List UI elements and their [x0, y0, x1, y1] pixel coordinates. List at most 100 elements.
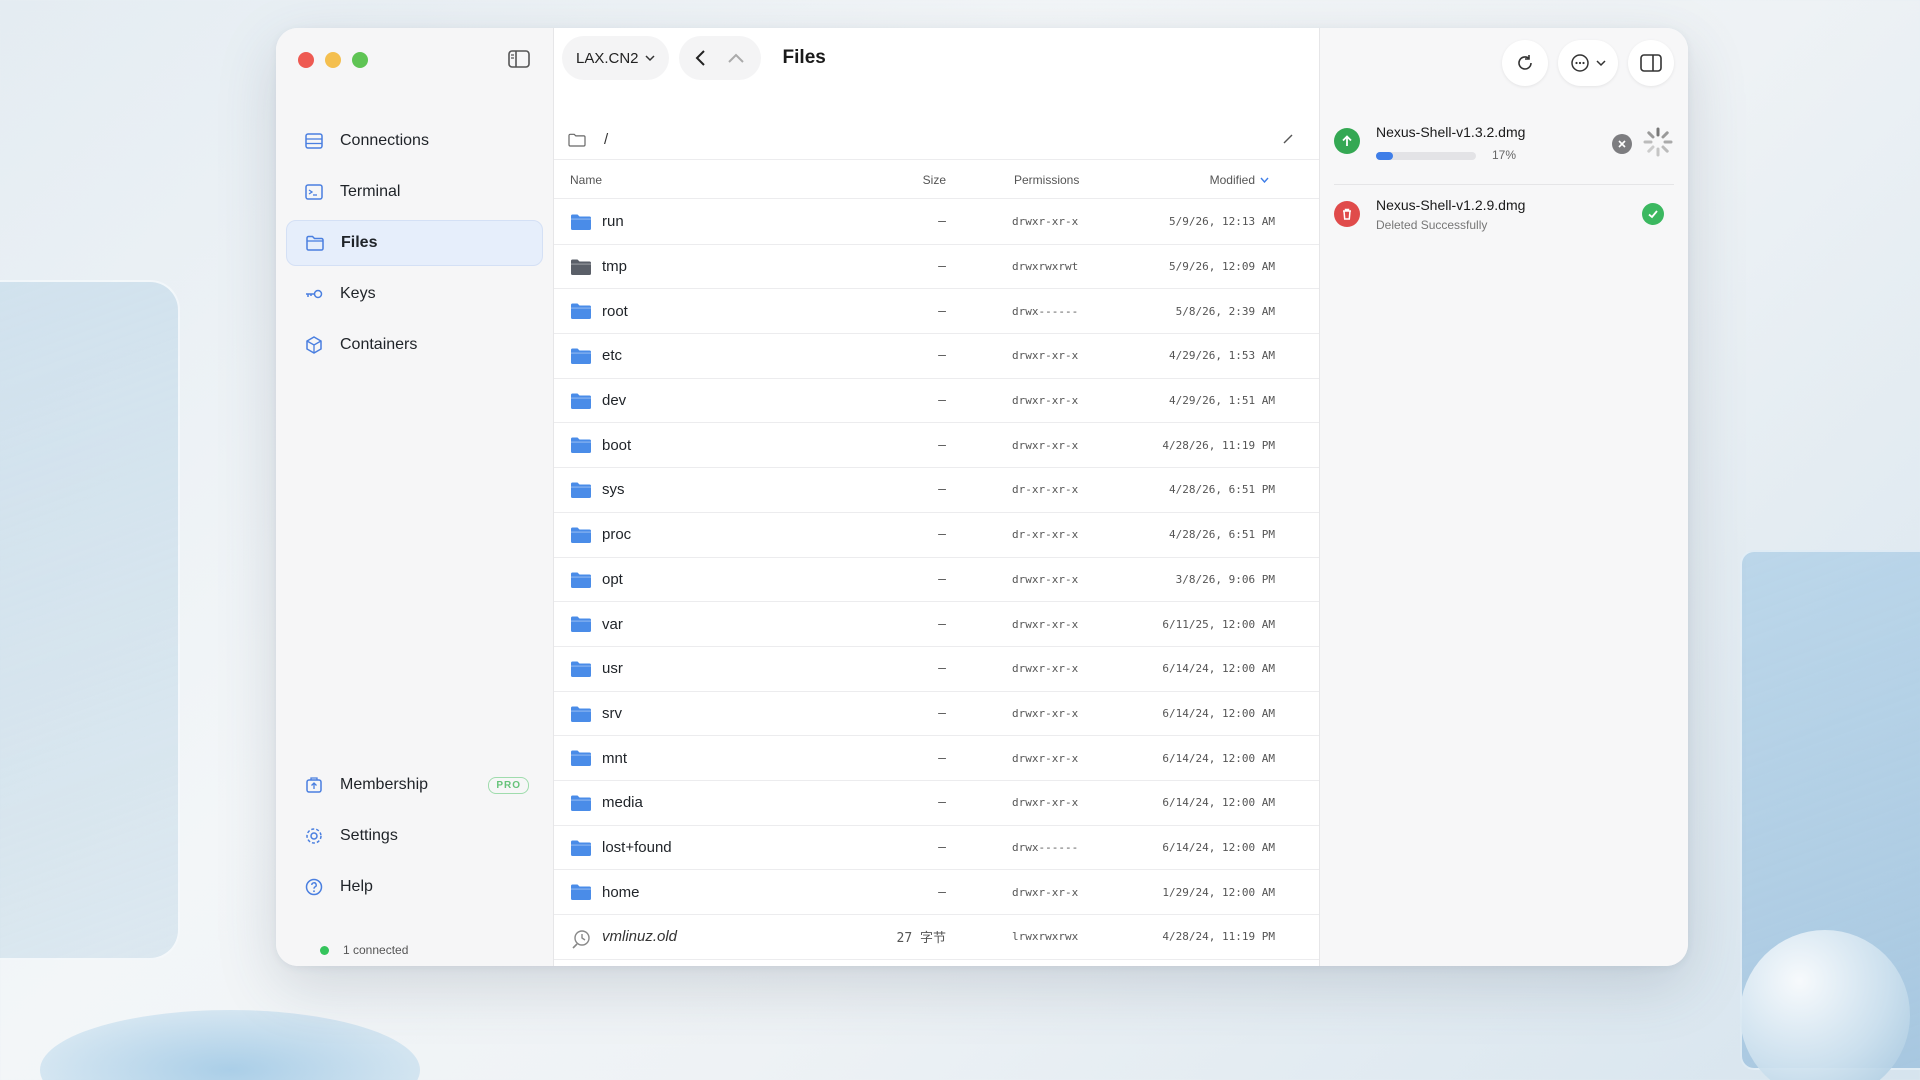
table-row[interactable]: tmp – drwxrwxrwt 5/9/26, 12:09 AM: [554, 245, 1319, 290]
sidebar-item-membership[interactable]: Membership PRO: [286, 762, 543, 808]
app-window: Connections Terminal Files Keys Containe…: [276, 28, 1688, 966]
file-permissions: lrwxrwxrwx: [1012, 930, 1079, 944]
status-dot: [320, 945, 329, 955]
background-sphere: [1740, 930, 1910, 1080]
table-row[interactable]: usr – drwxr-xr-x 6/14/24, 12:00 AM: [554, 647, 1319, 692]
file-size: 27 字节: [896, 931, 946, 947]
sidebar-item-label: Help: [340, 878, 373, 895]
table-row[interactable]: run – drwxr-xr-x 5/9/26, 12:13 AM: [554, 200, 1319, 245]
folder-icon: [570, 213, 592, 231]
table-row[interactable]: root – drwx------ 5/8/26, 2:39 AM: [554, 289, 1319, 335]
folder-icon: [570, 705, 592, 723]
gear-icon: [306, 828, 322, 844]
terminal-icon: [305, 184, 323, 200]
column-permissions[interactable]: Permissions: [1014, 173, 1079, 187]
table-row[interactable]: vmlinuz.old 27 字节 lrwxrwxrwx 4/28/24, 11:19…: [554, 915, 1319, 960]
cancel-transfer-button[interactable]: [1612, 134, 1632, 154]
table-row[interactable]: dev – drwxr-xr-x 4/29/26, 1:51 AM: [554, 379, 1319, 424]
table-row[interactable]: home – drwxr-xr-x 1/29/24, 12:00 AM: [554, 870, 1319, 915]
file-size: –: [938, 303, 946, 319]
minimize-window-button[interactable]: [325, 52, 341, 68]
transfer-item-upload[interactable]: Nexus-Shell-v1.3.2.dmg 17%: [1334, 114, 1674, 176]
connection-status: 1 connected: [320, 943, 408, 957]
sidebar-item-connections[interactable]: Connections: [286, 118, 543, 164]
column-name[interactable]: Name: [570, 173, 602, 187]
edit-path-icon[interactable]: [1281, 132, 1295, 146]
column-size[interactable]: Size: [886, 173, 946, 187]
cube-icon: [306, 336, 322, 354]
background-glass-left: [0, 280, 180, 960]
host-selector[interactable]: LAX.CN2: [562, 36, 669, 80]
transfer-filename: Nexus-Shell-v1.3.2.dmg: [1376, 124, 1526, 140]
file-permissions: dr-xr-xr-x: [1012, 483, 1079, 497]
folder-icon: [570, 794, 592, 812]
sort-chevron-down-icon: [1260, 177, 1269, 183]
table-row[interactable]: lost+found – drwx------ 6/14/24, 12:00 AM: [554, 826, 1319, 871]
sidebar-item-terminal[interactable]: Terminal: [286, 169, 543, 215]
sidebar-item-label: Membership: [340, 776, 429, 793]
more-options-button[interactable]: [1558, 40, 1618, 86]
file-browser: LAX.CN2 Files / Name Size Permissions Mo…: [554, 28, 1319, 966]
file-modified: 4/28/26, 6:51 PM: [1169, 528, 1275, 542]
refresh-button[interactable]: [1502, 40, 1548, 86]
file-permissions: drwx------: [1012, 304, 1079, 318]
table-row[interactable]: mnt – drwxr-xr-x 6/14/24, 12:00 AM: [554, 736, 1319, 781]
file-name: sys: [602, 481, 625, 499]
file-name: opt: [602, 570, 623, 588]
transfer-filename: Nexus-Shell-v1.2.9.dmg: [1376, 197, 1526, 213]
upload-progress-fill: [1376, 152, 1393, 160]
file-size: –: [938, 259, 946, 275]
table-row[interactable]: srv – drwxr-xr-x 6/14/24, 12:00 AM: [554, 692, 1319, 737]
folder-icon: [570, 615, 592, 633]
file-modified: 4/28/26, 6:51 PM: [1169, 483, 1275, 497]
table-row[interactable]: boot – drwxr-xr-x 4/28/26, 11:19 PM: [554, 423, 1319, 469]
file-permissions: drwxr-xr-x: [1012, 796, 1079, 810]
file-name: dev: [602, 392, 627, 410]
navigation-buttons: [678, 36, 761, 80]
column-modified[interactable]: Modified: [1210, 173, 1269, 187]
sidebar-item-settings[interactable]: Settings: [286, 813, 543, 859]
table-row[interactable]: etc – drwxr-xr-x 4/29/26, 1:53 AM: [554, 334, 1319, 379]
file-name: proc: [602, 526, 632, 544]
sidebar-toggle-icon[interactable]: [508, 50, 530, 68]
close-icon: [1618, 140, 1626, 148]
column-modified-label: Modified: [1209, 172, 1255, 187]
zoom-window-button[interactable]: [352, 52, 368, 68]
trash-icon: [1334, 201, 1360, 227]
file-size: –: [938, 571, 946, 587]
toggle-panel-button[interactable]: [1628, 40, 1674, 86]
transfers-panel: Nexus-Shell-v1.3.2.dmg 17% Nexus-Shell-v…: [1319, 28, 1688, 966]
table-row[interactable]: opt – drwxr-xr-x 3/8/26, 9:06 PM: [554, 558, 1319, 603]
close-window-button[interactable]: [298, 52, 314, 68]
folder-icon: [570, 660, 592, 678]
folder-icon: [570, 839, 592, 857]
table-row[interactable]: proc – dr-xr-xr-x 4/28/26, 6:51 PM: [554, 513, 1319, 558]
back-arrow-icon[interactable]: [695, 49, 707, 67]
file-permissions: drwxr-xr-x: [1012, 215, 1079, 229]
file-modified: 5/9/26, 12:09 AM: [1169, 260, 1275, 274]
path-bar[interactable]: /: [554, 120, 1319, 160]
sidebar-item-containers[interactable]: Containers: [286, 322, 543, 368]
file-name: media: [602, 794, 643, 812]
sidebar-item-help[interactable]: Help: [286, 864, 543, 910]
table-row[interactable]: vmlinuz27 字节lrwxrwxrwx4/28/26, 11:19 PM: [554, 960, 1319, 966]
symlink-icon: [570, 928, 592, 949]
sidebar-item-label: Containers: [340, 336, 418, 353]
table-row[interactable]: var – drwxr-xr-x 6/11/25, 12:00 AM: [554, 602, 1319, 647]
table-row[interactable]: media – drwxr-xr-x 6/14/24, 12:00 AM: [554, 781, 1319, 826]
file-size: –: [938, 482, 946, 498]
file-size: –: [938, 348, 946, 364]
up-arrow-icon[interactable]: [727, 52, 745, 64]
file-permissions: drwxrwxrwt: [1012, 260, 1079, 274]
sidebar-item-files[interactable]: Files: [286, 220, 543, 266]
table-row[interactable]: sys – dr-xr-xr-x 4/28/26, 6:51 PM: [554, 468, 1319, 513]
upload-progress-text: 17%: [1492, 148, 1517, 162]
sidebar: Connections Terminal Files Keys Containe…: [276, 28, 554, 966]
current-path: /: [604, 131, 609, 148]
panel-toolbar: [1502, 40, 1674, 86]
sidebar-item-label: Connections: [340, 132, 429, 149]
file-size: –: [938, 527, 946, 543]
sidebar-item-label: Settings: [340, 827, 398, 844]
sidebar-item-keys[interactable]: Keys: [286, 271, 543, 317]
transfer-item-delete[interactable]: Nexus-Shell-v1.2.9.dmg Deleted Successfu…: [1334, 184, 1674, 246]
